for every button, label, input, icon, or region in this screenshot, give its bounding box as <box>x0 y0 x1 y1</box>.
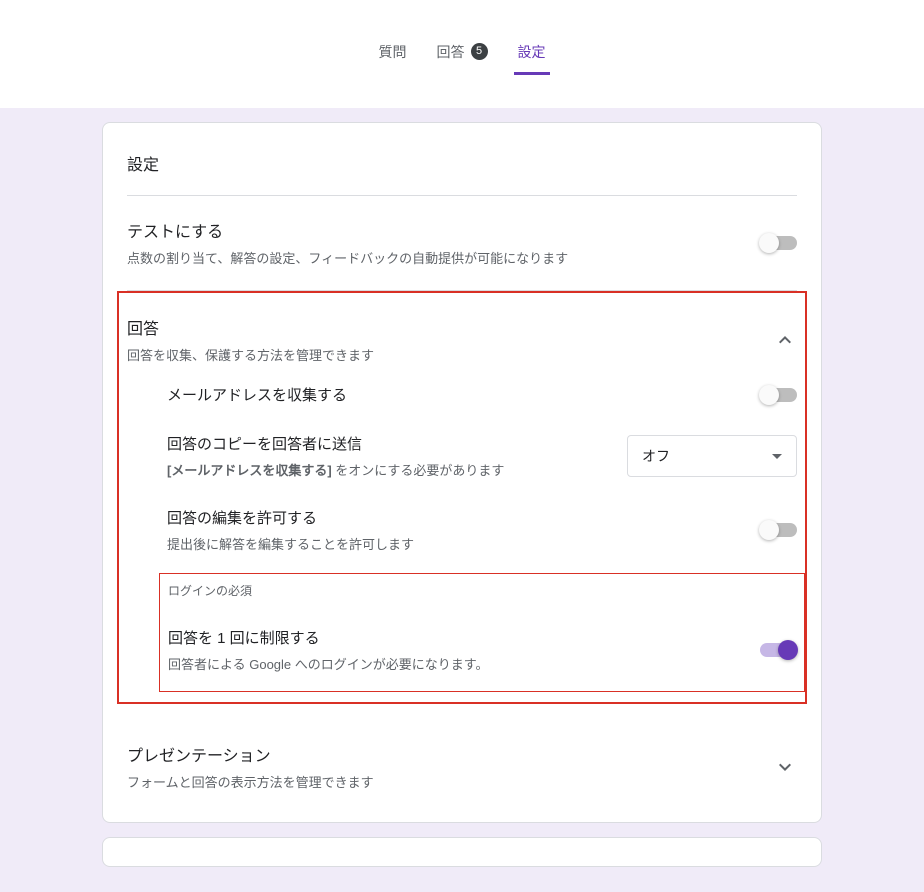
allow-edit-title: 回答の編集を許可する <box>167 507 761 528</box>
allow-edit-toggle[interactable] <box>761 523 797 537</box>
collect-email-row: メールアドレスを収集する <box>167 370 797 419</box>
responses-section-header[interactable]: 回答 回答を収集、保護する方法を管理できます <box>127 297 797 370</box>
quiz-row: テストにする 点数の割り当て、解答の設定、フィードバックの自動提供が可能になりま… <box>127 196 797 291</box>
tab-questions-label: 質問 <box>379 42 407 62</box>
quiz-toggle[interactable] <box>761 236 797 250</box>
tab-responses[interactable]: 回答 5 <box>433 34 492 75</box>
tab-questions[interactable]: 質問 <box>375 34 411 75</box>
limit-one-toggle[interactable] <box>760 643 796 657</box>
quiz-title: テストにする <box>127 218 761 242</box>
allow-edit-row: 回答の編集を許可する 提出後に解答を編集することを許可します <box>167 493 797 567</box>
collect-email-toggle[interactable] <box>761 388 797 402</box>
presentation-row[interactable]: プレゼンテーション フォームと回答の表示方法を管理できます <box>127 720 797 822</box>
send-copy-desc-rest: をオンにする必要があります <box>332 463 505 478</box>
responses-title: 回答 <box>127 315 374 339</box>
tab-responses-label: 回答 <box>437 42 465 62</box>
next-card-peek <box>102 837 822 867</box>
collect-email-title: メールアドレスを収集する <box>167 384 761 405</box>
card-title: 設定 <box>127 123 797 196</box>
send-copy-select-value: オフ <box>642 446 670 466</box>
chevron-up-icon[interactable] <box>773 328 797 352</box>
presentation-desc: フォームと回答の表示方法を管理できます <box>127 774 773 792</box>
limit-one-desc: 回答者による Google へのログインが必要になります。 <box>168 654 760 673</box>
responses-count-badge: 5 <box>471 43 488 60</box>
allow-edit-desc: 提出後に解答を編集することを許可します <box>167 534 761 553</box>
send-copy-row: 回答のコピーを回答者に送信 [メールアドレスを収集する] をオンにする必要があり… <box>167 419 797 493</box>
presentation-title: プレゼンテーション <box>127 742 773 766</box>
send-copy-desc: [メールアドレスを収集する] をオンにする必要があります <box>167 460 627 479</box>
chevron-down-icon[interactable] <box>773 755 797 779</box>
send-copy-select[interactable]: オフ <box>627 435 797 477</box>
tab-settings[interactable]: 設定 <box>514 34 550 75</box>
send-copy-title: 回答のコピーを回答者に送信 <box>167 433 627 454</box>
responses-section-highlight: 回答 回答を収集、保護する方法を管理できます メールアドレスを収集する 回答のコ… <box>117 291 807 704</box>
limit-one-title: 回答を 1 回に制限する <box>168 627 760 648</box>
limit-one-highlight: ログインの必須 回答を 1 回に制限する 回答者による Google へのログイ… <box>159 573 805 692</box>
tab-settings-label: 設定 <box>518 42 546 62</box>
settings-card: 設定 テストにする 点数の割り当て、解答の設定、フィードバックの自動提供が可能に… <box>102 122 822 823</box>
limit-one-row: 回答を 1 回に制限する 回答者による Google へのログインが必要になりま… <box>168 613 796 687</box>
responses-indented: メールアドレスを収集する 回答のコピーを回答者に送信 [メールアドレスを収集する… <box>127 370 797 692</box>
login-required-label: ログインの必須 <box>168 582 796 599</box>
quiz-desc: 点数の割り当て、解答の設定、フィードバックの自動提供が可能になります <box>127 250 761 268</box>
tabs-bar: 質問 回答 5 設定 <box>0 0 924 108</box>
content-area: 設定 テストにする 点数の割り当て、解答の設定、フィードバックの自動提供が可能に… <box>0 108 924 867</box>
send-copy-desc-bold: [メールアドレスを収集する] <box>167 463 332 478</box>
dropdown-arrow-icon <box>772 454 782 459</box>
responses-desc: 回答を収集、保護する方法を管理できます <box>127 345 374 364</box>
